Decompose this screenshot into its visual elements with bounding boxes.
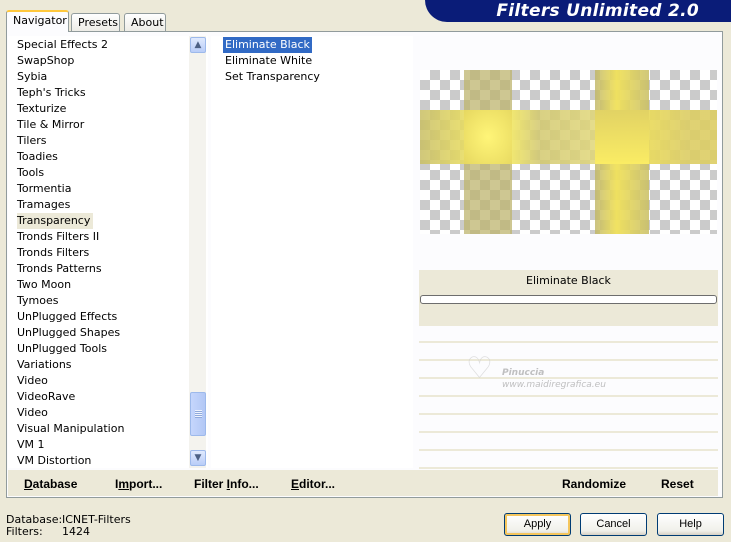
preview-caption: Eliminate Black xyxy=(526,274,611,287)
filter-item[interactable]: Eliminate Black xyxy=(223,37,312,53)
scroll-down-button[interactable]: ▼ xyxy=(190,450,206,466)
category-item[interactable]: Toadies xyxy=(8,149,61,165)
import-button[interactable]: Import... xyxy=(115,477,162,491)
category-item[interactable]: UnPlugged Shapes xyxy=(8,325,123,341)
tab-navigator-label: Navigator xyxy=(13,14,67,27)
randomize-button[interactable]: Randomize xyxy=(562,477,626,491)
preview-band xyxy=(595,110,649,164)
preview-caption-bar: Eliminate Black xyxy=(419,270,718,326)
category-item[interactable]: Transparency xyxy=(17,213,94,229)
cancel-button[interactable]: Cancel xyxy=(580,513,647,536)
chevron-up-icon: ▲ xyxy=(194,40,202,50)
category-item[interactable]: Tile & Mirror xyxy=(8,117,87,133)
category-item[interactable]: Variations xyxy=(8,357,75,373)
filters-count: 1424 xyxy=(62,525,90,538)
category-item[interactable]: VideoRave xyxy=(8,389,78,405)
grip-icon xyxy=(195,410,202,418)
tab-about[interactable]: About xyxy=(124,13,166,32)
scroll-up-button[interactable]: ▲ xyxy=(190,37,206,53)
category-item[interactable]: Tymoes xyxy=(8,293,61,309)
watermark: ♡ Pinuccia www.maidiregrafica.eu xyxy=(466,354,626,394)
editor-button[interactable]: Editor... xyxy=(291,477,335,491)
preview-band xyxy=(464,110,512,164)
reset-button[interactable]: Reset xyxy=(661,477,694,491)
category-item[interactable]: Tronds Filters xyxy=(8,245,92,261)
bottom-toolbar: Database Import... Filter Info... Editor… xyxy=(8,470,718,496)
filter-item[interactable]: Set Transparency xyxy=(223,69,322,85)
tab-navigator[interactable]: Navigator xyxy=(6,10,69,32)
tab-presets[interactable]: Presets xyxy=(71,13,120,32)
category-item[interactable]: Video xyxy=(8,405,51,421)
filter-list[interactable]: Eliminate Black Eliminate White Set Transp… xyxy=(211,36,413,468)
watermark-url: www.maidiregrafica.eu xyxy=(502,380,606,390)
category-list[interactable]: Special Effects 2 SwapShop Sybia Teph's Tri… xyxy=(8,36,208,468)
category-item[interactable]: Tronds Filters II xyxy=(8,229,102,245)
category-item[interactable]: Tilers xyxy=(8,133,50,149)
parameter-area xyxy=(419,327,718,469)
filter-item[interactable]: Eliminate White xyxy=(223,53,314,69)
title-banner: Filters Unlimited 2.0 xyxy=(425,0,731,22)
parameter-row xyxy=(419,327,718,343)
category-item[interactable]: Tormentia xyxy=(8,181,74,197)
category-item[interactable]: UnPlugged Tools xyxy=(8,341,110,357)
tab-presets-label: Presets xyxy=(78,16,119,29)
parameter-row xyxy=(419,453,718,469)
category-scrollbar[interactable]: ▲ ▼ xyxy=(189,36,206,468)
parameter-row xyxy=(419,417,718,433)
scroll-thumb[interactable] xyxy=(190,392,206,436)
category-item[interactable]: Tronds Patterns xyxy=(8,261,105,277)
banner-title: Filters Unlimited 2.0 xyxy=(496,1,699,21)
parameter-row xyxy=(419,399,718,415)
filter-info-button[interactable]: Filter Info... xyxy=(194,477,259,491)
help-button[interactable]: Help xyxy=(657,513,724,536)
chevron-down-icon: ▼ xyxy=(194,453,202,463)
category-item[interactable]: Texturize xyxy=(8,101,69,117)
filters-label: Filters: xyxy=(6,525,43,538)
category-item[interactable]: Visual Manipulation xyxy=(8,421,127,437)
category-item[interactable]: VM 1 xyxy=(8,437,48,453)
apply-button[interactable]: Apply xyxy=(504,513,571,536)
category-item[interactable]: Tools xyxy=(8,165,47,181)
category-item[interactable]: Video xyxy=(8,373,51,389)
category-item[interactable]: Teph's Tricks xyxy=(8,85,89,101)
category-item[interactable]: Sybia xyxy=(8,69,50,85)
category-item[interactable]: UnPlugged Effects xyxy=(8,309,120,325)
tab-about-label: About xyxy=(131,16,164,29)
category-item[interactable]: VM Distortion xyxy=(8,453,94,468)
watermark-name: Pinuccia xyxy=(502,368,545,378)
category-item[interactable]: Two Moon xyxy=(8,277,74,293)
heart-icon: ♡ xyxy=(466,351,493,386)
category-item[interactable]: Special Effects 2 xyxy=(8,37,111,53)
preview-image xyxy=(420,70,717,234)
database-button[interactable]: Database xyxy=(24,477,77,491)
category-item[interactable]: SwapShop xyxy=(8,53,77,69)
category-item[interactable]: Tramages xyxy=(8,197,73,213)
parameter-row xyxy=(419,435,718,451)
progress-bar xyxy=(420,295,717,304)
